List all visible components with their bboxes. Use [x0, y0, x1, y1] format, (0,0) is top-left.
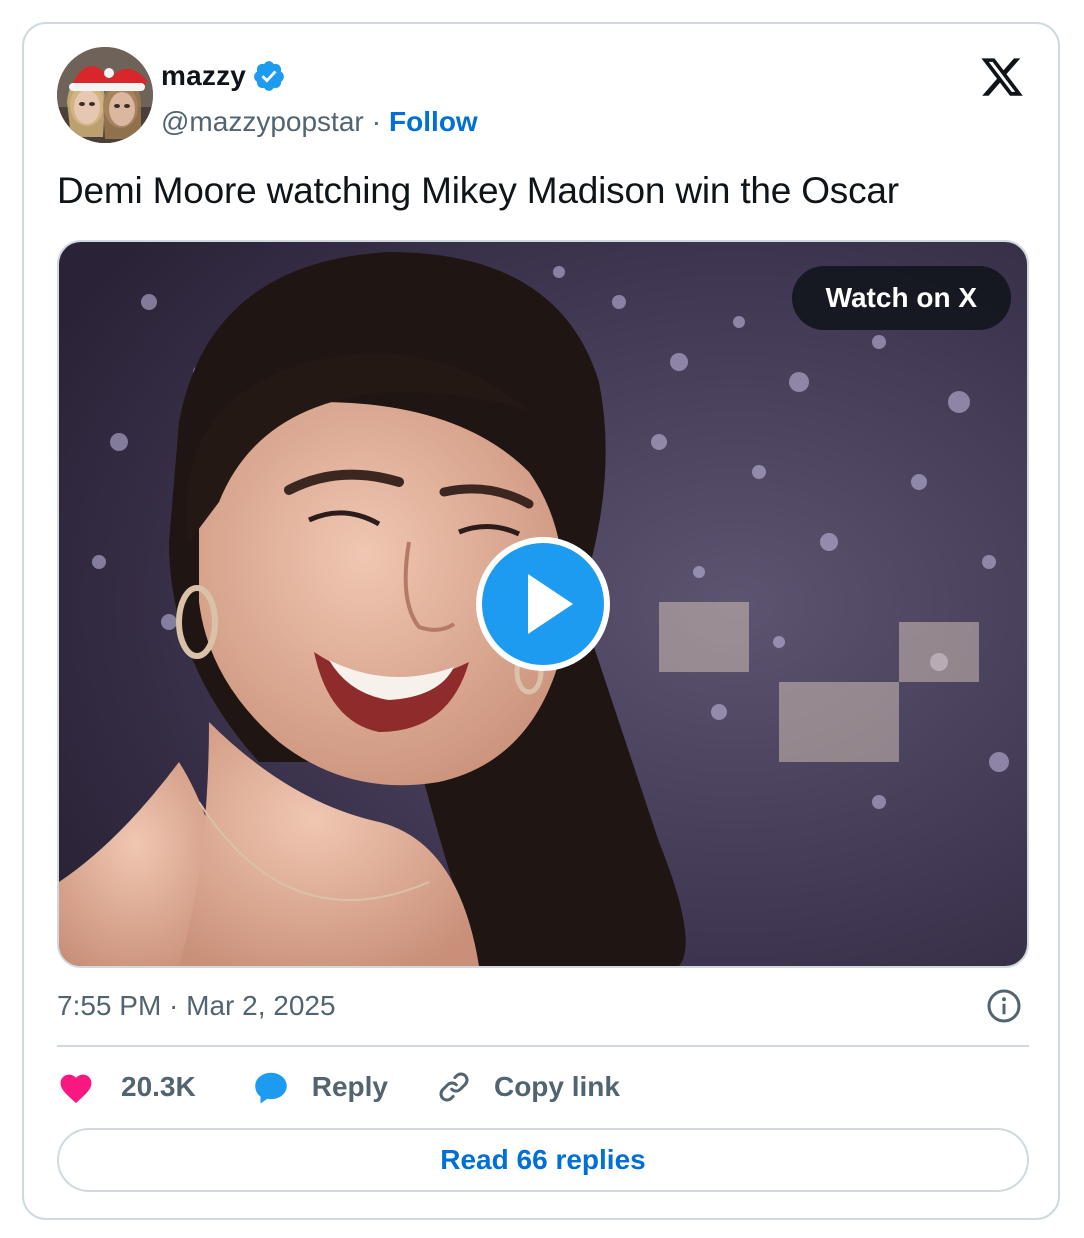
tweet-timestamp[interactable]: 7:55 PM · Mar 2, 2025 [57, 986, 336, 1026]
play-icon[interactable] [475, 536, 611, 672]
action-bar: 20.3K Reply Copy link [57, 1064, 620, 1110]
avatar-photo [57, 47, 153, 143]
tweet-embed-card: mazzy @mazzypopstar · Follow Demi Moore … [22, 22, 1060, 1220]
separator-dot: · [371, 106, 382, 137]
info-icon[interactable] [986, 988, 1022, 1024]
heart-icon [60, 1074, 92, 1104]
video-thumbnail[interactable]: Watch on X [57, 240, 1029, 968]
author-handle[interactable]: @mazzypopstar [161, 106, 364, 138]
follow-button[interactable]: Follow [389, 106, 478, 138]
divider [57, 1045, 1029, 1047]
reply-label: Reply [311, 1071, 388, 1102]
like-count: 20.3K [121, 1071, 196, 1102]
verified-badge-icon [254, 61, 284, 91]
author-name[interactable]: mazzy [161, 60, 246, 92]
watch-on-x-button[interactable]: Watch on X [791, 266, 1011, 330]
like-button[interactable]: 20.3K [57, 1070, 196, 1104]
copy-link-label: Copy link [493, 1071, 620, 1102]
author-name-row: mazzy [161, 56, 286, 96]
copy-link-button[interactable]: Copy link [436, 1069, 620, 1105]
link-icon [439, 1072, 469, 1102]
reply-button[interactable]: Reply [252, 1069, 388, 1105]
reply-bubble-icon [254, 1072, 287, 1104]
tweet-text: Demi Moore watching Mikey Madison win th… [57, 170, 899, 211]
read-replies-button[interactable]: Read 66 replies [57, 1128, 1029, 1192]
avatar[interactable] [57, 47, 153, 143]
x-logo-icon[interactable] [979, 54, 1025, 100]
author-handle-row: @mazzypopstar · Follow [161, 102, 478, 142]
